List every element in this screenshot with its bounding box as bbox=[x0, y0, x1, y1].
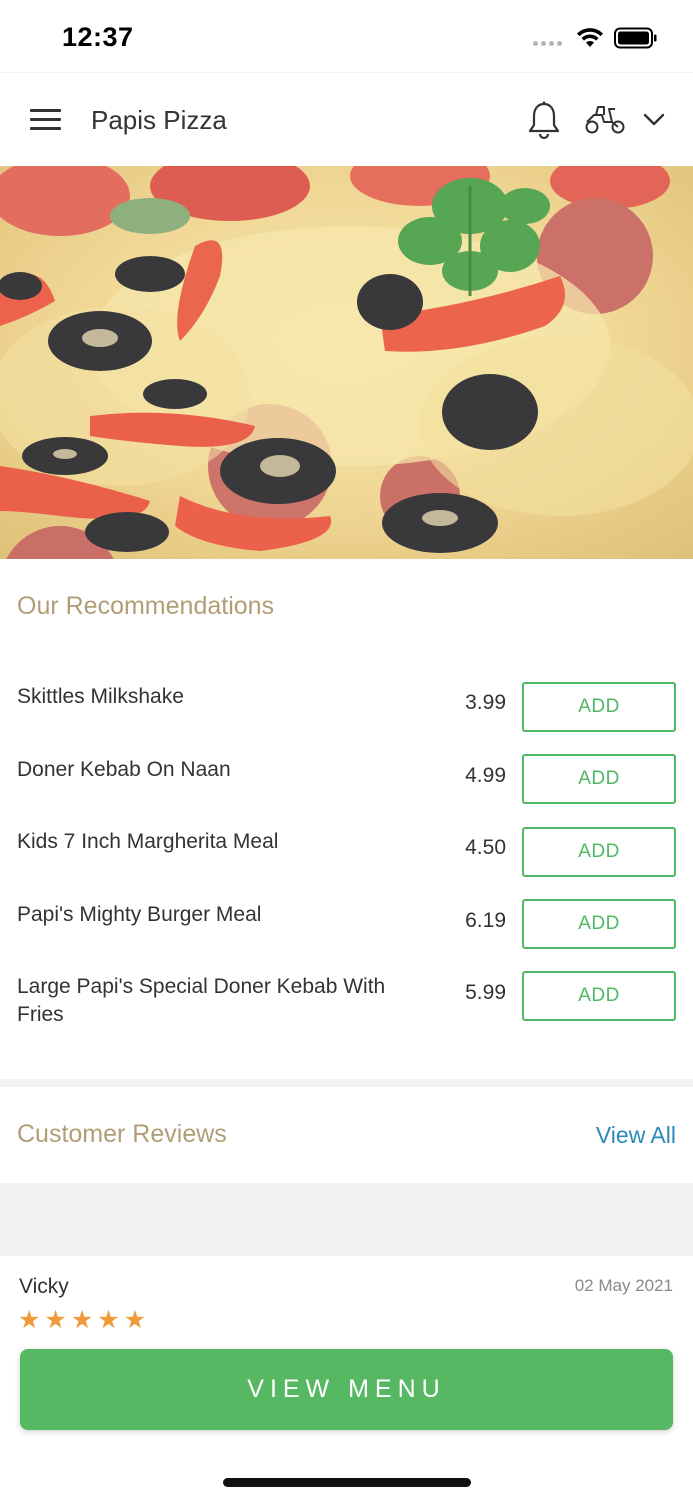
add-button[interactable]: ADD bbox=[522, 899, 676, 949]
view-all-link[interactable]: View All bbox=[596, 1122, 676, 1149]
item-name: Large Papi's Special Doner Kebab With Fr… bbox=[17, 975, 386, 1026]
pizza-photo bbox=[0, 166, 693, 559]
add-button[interactable]: ADD bbox=[522, 754, 676, 804]
star-icon: ★ bbox=[44, 1306, 67, 1334]
hamburger-icon[interactable] bbox=[30, 109, 62, 131]
section-divider bbox=[0, 1079, 693, 1087]
status-time: 12:37 bbox=[62, 22, 134, 52]
wifi-icon bbox=[577, 28, 603, 47]
bell-icon[interactable] bbox=[527, 101, 561, 141]
star-icon: ★ bbox=[70, 1306, 94, 1334]
star-icon: ★ bbox=[18, 1306, 41, 1334]
chevron-down-icon[interactable] bbox=[643, 113, 665, 127]
add-button[interactable]: ADD bbox=[522, 682, 676, 732]
item-price: 6.19 bbox=[465, 909, 506, 932]
home-indicator[interactable] bbox=[223, 1478, 471, 1487]
item-price: 3.99 bbox=[465, 691, 506, 714]
scooter-icon[interactable] bbox=[584, 105, 626, 135]
status-bar: 12:37 bbox=[0, 0, 693, 72]
add-button[interactable]: ADD bbox=[522, 971, 676, 1021]
recommendations-title: Our Recommendations bbox=[17, 592, 275, 620]
item-price: 4.99 bbox=[465, 764, 506, 787]
star-icon: ★ bbox=[123, 1306, 147, 1334]
section-divider bbox=[0, 1183, 693, 1256]
item-price: 5.99 bbox=[465, 981, 506, 1004]
review-date: 02 May 2021 bbox=[574, 1276, 673, 1295]
page-title: Papis Pizza bbox=[91, 105, 227, 135]
reviews-title: Customer Reviews bbox=[17, 1120, 227, 1148]
item-price: 4.50 bbox=[465, 836, 506, 859]
item-name: Papi's Mighty Burger Meal bbox=[17, 903, 262, 926]
app-header: Papis Pizza bbox=[0, 72, 693, 166]
add-button[interactable]: ADD bbox=[522, 827, 676, 877]
reviewer-name: Vicky bbox=[19, 1275, 69, 1298]
star-icon: ★ bbox=[97, 1306, 120, 1334]
battery-icon bbox=[614, 27, 657, 49]
signal-icon bbox=[533, 41, 562, 46]
item-name: Skittles Milkshake bbox=[17, 685, 184, 708]
item-name: Kids 7 Inch Margherita Meal bbox=[17, 830, 279, 853]
star-rating: ★ ★ ★ ★ ★ bbox=[18, 1308, 146, 1333]
view-menu-button[interactable]: VIEW MENU bbox=[20, 1349, 673, 1430]
hero-pizza-image bbox=[0, 166, 693, 559]
item-name: Doner Kebab On Naan bbox=[17, 758, 231, 781]
